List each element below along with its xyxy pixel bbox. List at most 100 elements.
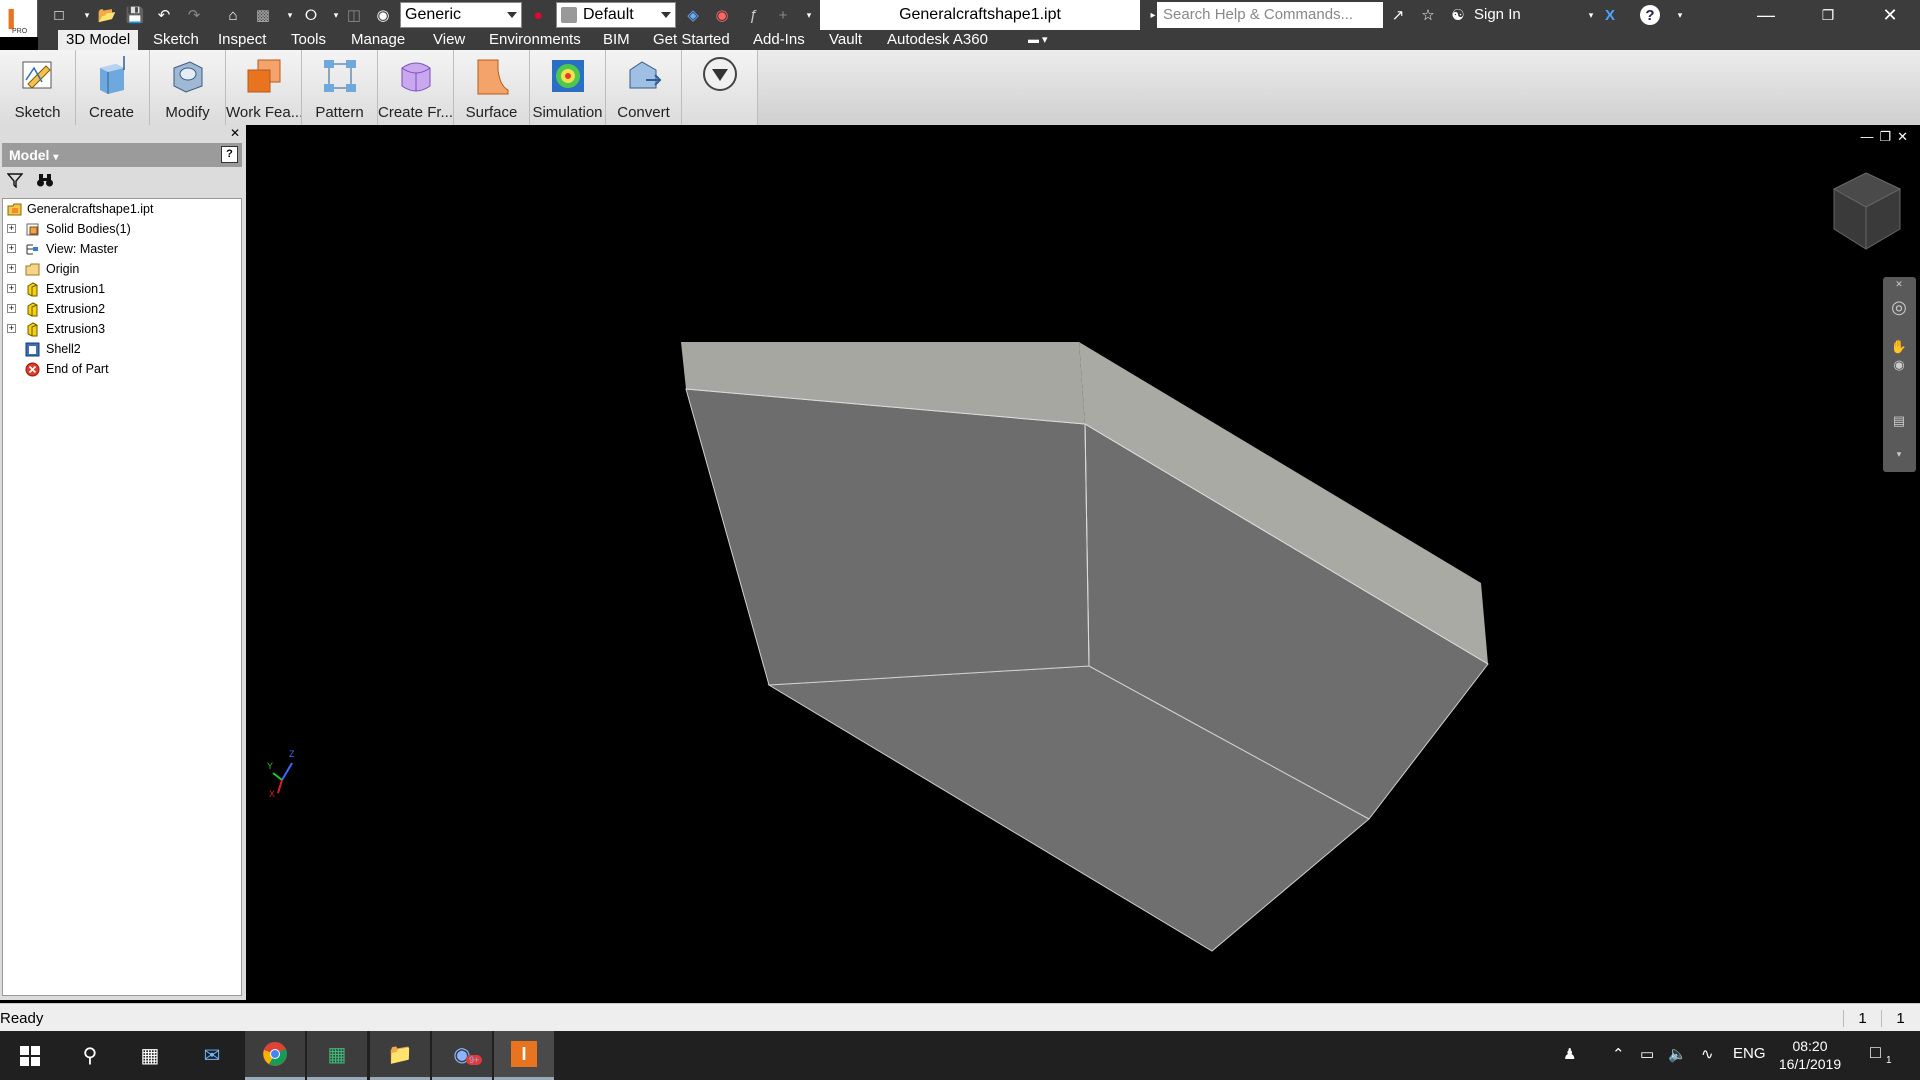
- tab-get-started[interactable]: Get Started: [645, 30, 738, 50]
- pan-hand-icon[interactable]: ✋: [1890, 339, 1908, 357]
- view-icon: [26, 244, 38, 255]
- sign-in-button[interactable]: Sign In: [1474, 6, 1521, 23]
- undo-icon[interactable]: ↶: [153, 4, 175, 26]
- notifications-icon[interactable]: □: [1870, 1042, 1881, 1063]
- adjust-appearance-icon[interactable]: ◈: [682, 4, 704, 26]
- customize-dropdown-icon[interactable]: ▾: [798, 4, 820, 26]
- outlook-icon[interactable]: ✉: [182, 1031, 242, 1080]
- material-dropdown[interactable]: Generic: [400, 2, 522, 28]
- appearance-icon[interactable]: ●: [527, 4, 549, 26]
- tab-add-ins[interactable]: Add-Ins: [745, 30, 813, 50]
- expand-plus-icon[interactable]: +: [7, 224, 16, 233]
- wifi-icon[interactable]: ∿: [1701, 1045, 1714, 1063]
- tab-inspect[interactable]: Inspect: [210, 30, 274, 50]
- close-window-button[interactable]: ✕: [1860, 0, 1920, 30]
- exchange-apps-icon[interactable]: X: [1599, 4, 1621, 26]
- convert-button[interactable]: Convert: [606, 50, 682, 125]
- work-features-button[interactable]: Work Fea...: [226, 50, 302, 125]
- simulation-label: Simulation: [532, 104, 603, 121]
- create-freeform-button[interactable]: Create Fr...: [378, 50, 454, 125]
- file-explorer-icon[interactable]: 📁: [370, 1031, 430, 1080]
- parameters-icon[interactable]: ƒ: [742, 4, 764, 26]
- create-button[interactable]: Create: [74, 50, 150, 125]
- new-dropdown-icon[interactable]: ▾: [76, 4, 98, 26]
- redo-icon[interactable]: ↷: [183, 4, 205, 26]
- system-clock[interactable]: 08:20 16/1/2019: [1752, 1037, 1868, 1073]
- close-icon[interactable]: ✕: [230, 126, 240, 140]
- inventor-taskbar-icon[interactable]: I: [494, 1031, 554, 1080]
- ribbon-display-icon[interactable]: ▬ ▾: [1020, 30, 1056, 50]
- color-wheel-icon[interactable]: ◉: [372, 4, 394, 26]
- minimize-window-button[interactable]: —: [1736, 0, 1796, 30]
- clear-appearance-icon[interactable]: ◉: [711, 4, 733, 26]
- steering-wheel-icon[interactable]: ◎: [1890, 297, 1908, 317]
- browser-help-icon[interactable]: ?: [221, 146, 238, 163]
- search-binoculars-icon[interactable]: ↗: [1387, 4, 1409, 26]
- inventor-window: I PRO □ ▾ 📂 💾 ↶ ↷ ⌂ ▩ ▾ ⭘ ▾ ◫ ◉ Generic …: [0, 0, 1920, 1080]
- battery-icon[interactable]: ▭: [1640, 1045, 1654, 1063]
- chat-app-icon[interactable]: ◉ 9+: [432, 1031, 492, 1080]
- expand-ribbon-button[interactable]: [682, 50, 758, 125]
- select-icon[interactable]: ⭘: [300, 4, 322, 26]
- user-icon[interactable]: ☯: [1447, 4, 1469, 26]
- tab-bim[interactable]: BIM: [595, 30, 638, 50]
- status-document-count: 1: [1881, 1010, 1919, 1027]
- tab-tools[interactable]: Tools: [283, 30, 334, 50]
- favorites-star-icon[interactable]: ☆: [1417, 4, 1439, 26]
- zoom-icon[interactable]: ◉: [1890, 357, 1908, 375]
- filter-icon[interactable]: [7, 172, 23, 188]
- tab-environments[interactable]: Environments: [481, 30, 589, 50]
- expand-plus-icon[interactable]: +: [7, 264, 16, 273]
- view-face-icon[interactable]: ▤: [1890, 413, 1908, 431]
- help-icon[interactable]: ?: [1640, 5, 1660, 25]
- search-icon[interactable]: ⚲: [60, 1031, 120, 1080]
- home-icon[interactable]: ⌂: [222, 4, 244, 26]
- navbar-menu-icon[interactable]: ▾: [1890, 449, 1908, 467]
- tab-autodesk-a360[interactable]: Autodesk A360: [879, 30, 996, 50]
- tab-sketch[interactable]: Sketch: [145, 30, 207, 50]
- app-logo-button[interactable]: I PRO: [0, 0, 38, 37]
- task-view-icon[interactable]: ▦: [120, 1031, 180, 1080]
- model-canvas[interactable]: Z Y X: [249, 125, 1920, 1000]
- expand-plus-icon[interactable]: +: [7, 244, 16, 253]
- expand-plus-icon[interactable]: +: [7, 324, 16, 333]
- expand-plus-icon[interactable]: +: [7, 284, 16, 293]
- help-dropdown-icon[interactable]: ▾: [1669, 4, 1691, 26]
- tab-view[interactable]: View: [425, 30, 473, 50]
- new-file-icon[interactable]: □: [48, 4, 70, 26]
- browser-header[interactable]: Model ▾ ?: [2, 143, 242, 167]
- surface-button[interactable]: Surface: [454, 50, 530, 125]
- open-file-icon[interactable]: 📂: [96, 4, 118, 26]
- expand-plus-icon[interactable]: +: [7, 304, 16, 313]
- navbar-close-icon[interactable]: ✕: [1890, 279, 1908, 297]
- view-cube[interactable]: [1832, 172, 1902, 250]
- update-dropdown-icon[interactable]: ▾: [279, 4, 301, 26]
- find-binoculars-icon[interactable]: [36, 172, 54, 188]
- sketch-button[interactable]: Sketch: [0, 50, 76, 125]
- plus-icon[interactable]: +: [772, 4, 794, 26]
- maps-app-icon[interactable]: ▦: [307, 1031, 367, 1080]
- chat-badge: 9+: [466, 1055, 483, 1065]
- start-windows-icon[interactable]: [0, 1031, 60, 1080]
- restore-window-button[interactable]: ❐: [1798, 0, 1858, 30]
- ribbon-panel: Sketch Create Modify Work Fea... Pattern…: [0, 50, 1920, 125]
- search-input[interactable]: Search Help & Commands...: [1157, 2, 1383, 28]
- status-bar: Ready 1 1: [0, 1003, 1920, 1031]
- appearance-dropdown[interactable]: Default: [556, 2, 676, 28]
- measure-icon[interactable]: ◫: [343, 4, 365, 26]
- people-icon[interactable]: ♟: [1563, 1045, 1576, 1063]
- tab-vault[interactable]: Vault: [821, 30, 870, 50]
- pattern-button[interactable]: Pattern: [302, 50, 378, 125]
- tree-item-label: Solid Bodies(1): [46, 222, 131, 236]
- modify-button[interactable]: Modify: [150, 50, 226, 125]
- tab-3d-model[interactable]: 3D Model: [58, 30, 139, 50]
- chrome-icon[interactable]: [245, 1031, 305, 1080]
- volume-icon[interactable]: 🔈: [1668, 1045, 1687, 1063]
- graphics-viewport[interactable]: —❐✕ Z Y X ✕ ◎ ✋ ◉ ▤ ▾: [249, 125, 1920, 1000]
- tray-chevron-up-icon[interactable]: ⌃: [1612, 1045, 1625, 1063]
- save-icon[interactable]: 💾: [124, 4, 146, 26]
- update-icon[interactable]: ▩: [252, 4, 274, 26]
- tab-manage[interactable]: Manage: [343, 30, 413, 50]
- simulation-button[interactable]: Simulation: [530, 50, 606, 125]
- extrusion-icon: [27, 322, 38, 337]
